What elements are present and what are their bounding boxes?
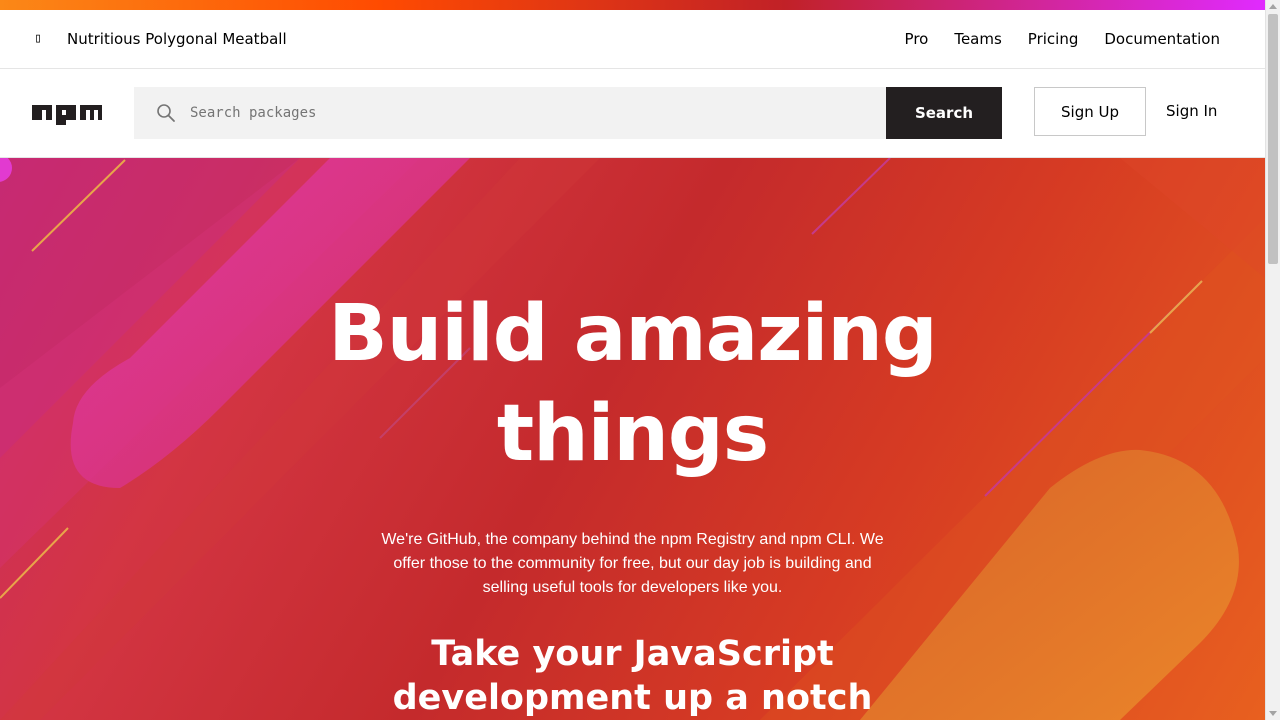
npm-expansion-tagline[interactable]: Nutritious Polygonal Meatball [67,29,287,49]
hero-subtitle-line-1: Take your JavaScript [431,634,834,674]
hero-title-line-1: Build amazing [328,289,938,379]
nav-link-pro[interactable]: Pro [905,29,929,49]
main-header: Search Sign Up Sign In [0,69,1265,158]
sign-in-link[interactable]: Sign In [1166,101,1217,121]
vertical-scrollbar[interactable] [1265,0,1280,720]
scrollbar-thumb[interactable] [1268,14,1278,264]
top-navigation: ▯ Nutritious Polygonal Meatball Pro Team… [0,10,1265,69]
search-form [134,87,886,139]
topnav-links: Pro Teams Pricing Documentation [905,29,1220,49]
hero-subtitle-line-2: development up a notch [392,678,873,718]
nav-link-documentation[interactable]: Documentation [1104,29,1220,49]
sign-up-button[interactable]: Sign Up [1034,87,1146,136]
scroll-up-arrow-icon[interactable] [1269,4,1277,9]
hero-description: We're GitHub, the company behind the npm… [381,531,884,596]
npm-logo[interactable] [32,102,102,125]
search-icon [157,104,175,122]
search-button[interactable]: Search [886,87,1002,139]
brand-gradient-stripe [0,0,1265,10]
hero-section: Build amazing things We're GitHub, the c… [0,158,1265,720]
nav-link-teams[interactable]: Teams [954,29,1001,49]
search-input[interactable] [188,100,868,126]
hero-title-line-2: things [496,389,769,479]
scroll-down-arrow-icon[interactable] [1269,711,1277,716]
hero-title: Build amazing things [0,284,1265,484]
hero-subtitle: Take your JavaScript development up a no… [0,632,1265,720]
heart-icon: ▯ [34,31,42,46]
nav-link-pricing[interactable]: Pricing [1028,29,1079,49]
